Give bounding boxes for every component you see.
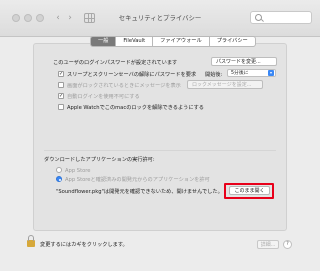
show-message-checkbox[interactable] xyxy=(58,82,64,88)
lock-instruction-text: 変更するにはカギをクリックします。 xyxy=(40,242,128,248)
app-store-radio[interactable] xyxy=(56,167,62,173)
advanced-button[interactable]: 詳細... xyxy=(257,240,279,249)
app-store-label: App Store xyxy=(65,168,91,174)
app-store-option: App Store xyxy=(56,167,91,174)
tab-bar: 一般 FileVault ファイアウォール プライバシー xyxy=(90,36,256,47)
require-password-label: スリープとスクリーンセーバの解除にパスワードを要求 xyxy=(67,72,197,78)
lock-icon[interactable] xyxy=(27,235,35,247)
help-button[interactable]: ? xyxy=(283,240,292,249)
preferences-window: ‹ › セキュリティとプライバシー 一般 FileVault ファイアウォール … xyxy=(0,0,320,271)
identified-developers-option: App Storeと確認済みの開発元からのアプリケーションを許可 xyxy=(56,176,210,183)
open-anyway-button[interactable]: このまま開く xyxy=(229,186,270,195)
tab-filevault[interactable]: FileVault xyxy=(116,36,154,47)
apple-watch-label: Apple Watchでこのmacのロックを解除できるようにする xyxy=(67,105,204,111)
require-password-option: スリープとスクリーンセーバの解除にパスワードを要求 xyxy=(58,71,196,78)
tab-general[interactable]: 一般 xyxy=(90,36,117,47)
auto-login-label: 自動ログインを使用不可にする xyxy=(67,94,140,100)
auto-login-option: 自動ログインを使用不可にする xyxy=(58,93,140,100)
start-after-label: 開始後: xyxy=(205,72,223,78)
apple-watch-checkbox[interactable] xyxy=(58,104,64,110)
chevron-down-icon: ▾ xyxy=(268,70,274,76)
identified-developers-label: App Storeと確認済みの開発元からのアプリケーションを許可 xyxy=(65,177,210,183)
require-password-delay-select[interactable]: 5分後に ▾ xyxy=(227,69,276,77)
title-bar: ‹ › セキュリティとプライバシー xyxy=(0,0,320,37)
downloads-heading: ダウンロードしたアプリケーションの実行許可: xyxy=(44,157,155,163)
show-message-option: 画面がロックされているときにメッセージを表示 xyxy=(58,82,181,89)
show-message-label: 画面がロックされているときにメッセージを表示 xyxy=(67,83,181,89)
search-field[interactable] xyxy=(250,11,312,24)
require-password-delay-value: 5分後に xyxy=(231,71,249,76)
require-password-checkbox[interactable] xyxy=(58,71,64,77)
search-icon xyxy=(255,14,262,21)
tab-firewall[interactable]: ファイアウォール xyxy=(153,36,210,47)
blocked-app-message: "Soundflower.pkg"は開発元を確認できないため、開けませんでした。 xyxy=(56,189,223,195)
tab-privacy[interactable]: プライバシー xyxy=(209,36,256,47)
section-divider xyxy=(44,150,276,151)
apple-watch-option: Apple Watchでこのmacのロックを解除できるようにする xyxy=(58,104,204,111)
auto-login-checkbox[interactable] xyxy=(58,93,64,99)
login-password-text: このユーザのログインパスワードが設定されています xyxy=(53,60,178,66)
set-lock-message-button[interactable]: ロックメッセージを設定... xyxy=(187,80,263,89)
identified-developers-radio[interactable] xyxy=(56,176,62,182)
change-password-button[interactable]: パスワードを変更... xyxy=(211,57,277,66)
